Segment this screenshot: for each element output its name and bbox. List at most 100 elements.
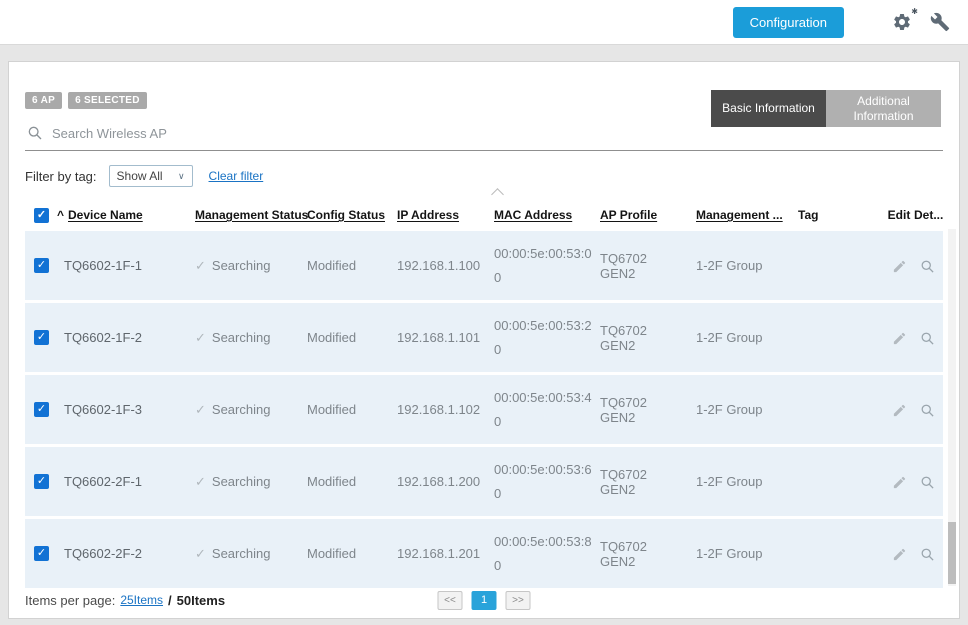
mac-address-cell: 00:00:5e:00:53:00 bbox=[486, 242, 594, 290]
config-status-cell: Modified bbox=[303, 402, 391, 417]
edit-pencil-icon[interactable] bbox=[892, 403, 907, 418]
management-group-cell: 1-2F Group bbox=[684, 474, 780, 489]
edit-pencil-icon[interactable] bbox=[892, 475, 907, 490]
config-status-cell: Modified bbox=[303, 258, 391, 273]
scrollbar-thumb[interactable] bbox=[948, 522, 956, 584]
tab-basic-information[interactable]: Basic Information bbox=[711, 90, 826, 127]
selected-count-badge: 6 SELECTED bbox=[68, 92, 147, 109]
device-name-cell: TQ6602-2F-2 bbox=[55, 546, 195, 561]
details-magnifier-icon[interactable] bbox=[920, 547, 935, 562]
table-body: TQ6602-1F-1 ✓Searching Modified 192.168.… bbox=[25, 231, 943, 588]
config-status-cell: Modified bbox=[303, 546, 391, 561]
search-icon bbox=[27, 125, 43, 141]
ip-address-cell: 192.168.1.200 bbox=[391, 474, 486, 489]
topbar: Configuration ✱ bbox=[0, 0, 968, 45]
info-tabs: Basic Information Additional Information bbox=[711, 90, 941, 127]
details-magnifier-icon[interactable] bbox=[920, 475, 935, 490]
details-magnifier-icon[interactable] bbox=[920, 403, 935, 418]
ip-address-cell: 192.168.1.101 bbox=[391, 330, 486, 345]
row-checkbox[interactable] bbox=[34, 330, 49, 345]
first-page-button[interactable]: << bbox=[438, 591, 463, 610]
tag-filter-value: Show All bbox=[117, 169, 163, 183]
management-status-cell: ✓Searching bbox=[195, 258, 303, 274]
table-row: TQ6602-1F-3 ✓Searching Modified 192.168.… bbox=[25, 375, 943, 444]
status-check-icon: ✓ bbox=[195, 546, 206, 561]
pagination: << 1 >> bbox=[438, 591, 531, 610]
last-page-button[interactable]: >> bbox=[506, 591, 531, 610]
table-scrollbar[interactable] bbox=[948, 229, 956, 586]
gear-badge-star-icon: ✱ bbox=[911, 7, 918, 16]
items-per-page: Items per page: 25Items / 50Items bbox=[25, 593, 225, 608]
status-check-icon: ✓ bbox=[195, 330, 206, 345]
wireless-ap-panel: 6 AP 6 SELECTED Basic Information Additi… bbox=[8, 61, 960, 619]
ap-profile-cell: TQ6702 GEN2 bbox=[594, 467, 684, 497]
status-check-icon: ✓ bbox=[195, 258, 206, 273]
ap-profile-cell: TQ6702 GEN2 bbox=[594, 323, 684, 353]
column-header-ap-profile[interactable]: AP Profile bbox=[594, 208, 684, 222]
page-size-separator: / bbox=[168, 593, 172, 608]
edit-pencil-icon[interactable] bbox=[892, 331, 907, 346]
management-group-cell: 1-2F Group bbox=[684, 258, 780, 273]
mac-address-cell: 00:00:5e:00:53:40 bbox=[486, 386, 594, 434]
column-header-tag: Tag bbox=[780, 208, 884, 222]
column-header-ip-address[interactable]: IP Address bbox=[391, 208, 486, 222]
table-header: ^Device Name Management Status Config St… bbox=[25, 199, 943, 231]
column-header-details: Det... bbox=[914, 208, 941, 222]
ap-table: ^Device Name Management Status Config St… bbox=[25, 199, 943, 588]
sort-ascending-icon: ^ bbox=[57, 208, 64, 222]
row-checkbox[interactable] bbox=[34, 258, 49, 273]
ap-profile-cell: TQ6702 GEN2 bbox=[594, 395, 684, 425]
ip-address-cell: 192.168.1.201 bbox=[391, 546, 486, 561]
configuration-button[interactable]: Configuration bbox=[733, 7, 844, 38]
management-status-cell: ✓Searching bbox=[195, 474, 303, 490]
current-page-button[interactable]: 1 bbox=[472, 591, 497, 610]
row-checkbox[interactable] bbox=[34, 474, 49, 489]
ap-profile-cell: TQ6702 GEN2 bbox=[594, 251, 684, 281]
management-status-cell: ✓Searching bbox=[195, 330, 303, 346]
device-name-cell: TQ6602-1F-2 bbox=[55, 330, 195, 345]
table-row: TQ6602-1F-1 ✓Searching Modified 192.168.… bbox=[25, 231, 943, 300]
mac-address-cell: 00:00:5e:00:53:60 bbox=[486, 458, 594, 506]
edit-pencil-icon[interactable] bbox=[892, 259, 907, 274]
edit-pencil-icon[interactable] bbox=[892, 547, 907, 562]
row-checkbox[interactable] bbox=[34, 402, 49, 417]
column-header-management-group[interactable]: Management ... bbox=[684, 208, 780, 222]
config-status-cell: Modified bbox=[303, 330, 391, 345]
panel-footer: Items per page: 25Items / 50Items << 1 >… bbox=[25, 589, 943, 611]
column-header-management-status[interactable]: Management Status bbox=[195, 208, 303, 222]
settings-gear-icon[interactable]: ✱ bbox=[892, 12, 912, 32]
select-all-checkbox[interactable] bbox=[34, 208, 49, 223]
status-check-icon: ✓ bbox=[195, 474, 206, 489]
column-header-device-name[interactable]: ^Device Name bbox=[55, 208, 195, 222]
page-background: 6 AP 6 SELECTED Basic Information Additi… bbox=[0, 45, 968, 625]
details-magnifier-icon[interactable] bbox=[920, 259, 935, 274]
table-row: TQ6602-1F-2 ✓Searching Modified 192.168.… bbox=[25, 303, 943, 372]
header-caret bbox=[491, 188, 504, 201]
items-per-page-label: Items per page: bbox=[25, 593, 115, 608]
wrench-icon[interactable] bbox=[930, 12, 950, 32]
ip-address-cell: 192.168.1.100 bbox=[391, 258, 486, 273]
page-size-25-link[interactable]: 25Items bbox=[120, 593, 163, 607]
row-checkbox[interactable] bbox=[34, 546, 49, 561]
management-group-cell: 1-2F Group bbox=[684, 402, 780, 417]
chevron-down-icon: ∨ bbox=[178, 171, 185, 182]
table-row: TQ6602-2F-1 ✓Searching Modified 192.168.… bbox=[25, 447, 943, 516]
mac-address-cell: 00:00:5e:00:53:20 bbox=[486, 314, 594, 362]
management-status-cell: ✓Searching bbox=[195, 546, 303, 562]
search-input[interactable] bbox=[52, 126, 941, 141]
status-check-icon: ✓ bbox=[195, 402, 206, 417]
column-header-mac-address[interactable]: MAC Address bbox=[486, 208, 594, 222]
details-magnifier-icon[interactable] bbox=[920, 331, 935, 346]
ap-count-badge: 6 AP bbox=[25, 92, 62, 109]
column-header-config-status[interactable]: Config Status bbox=[303, 208, 391, 222]
tag-filter-dropdown[interactable]: Show All ∨ bbox=[109, 165, 193, 187]
mac-address-cell: 00:00:5e:00:53:80 bbox=[486, 530, 594, 578]
tab-additional-information[interactable]: Additional Information bbox=[826, 90, 941, 127]
management-group-cell: 1-2F Group bbox=[684, 330, 780, 345]
filter-by-tag-label: Filter by tag: bbox=[25, 169, 97, 184]
ip-address-cell: 192.168.1.102 bbox=[391, 402, 486, 417]
clear-filter-link[interactable]: Clear filter bbox=[209, 169, 264, 183]
table-row: TQ6602-2F-2 ✓Searching Modified 192.168.… bbox=[25, 519, 943, 588]
filter-row: Filter by tag: Show All ∨ Clear filter bbox=[25, 165, 943, 187]
page-size-50-label: 50Items bbox=[177, 593, 225, 608]
